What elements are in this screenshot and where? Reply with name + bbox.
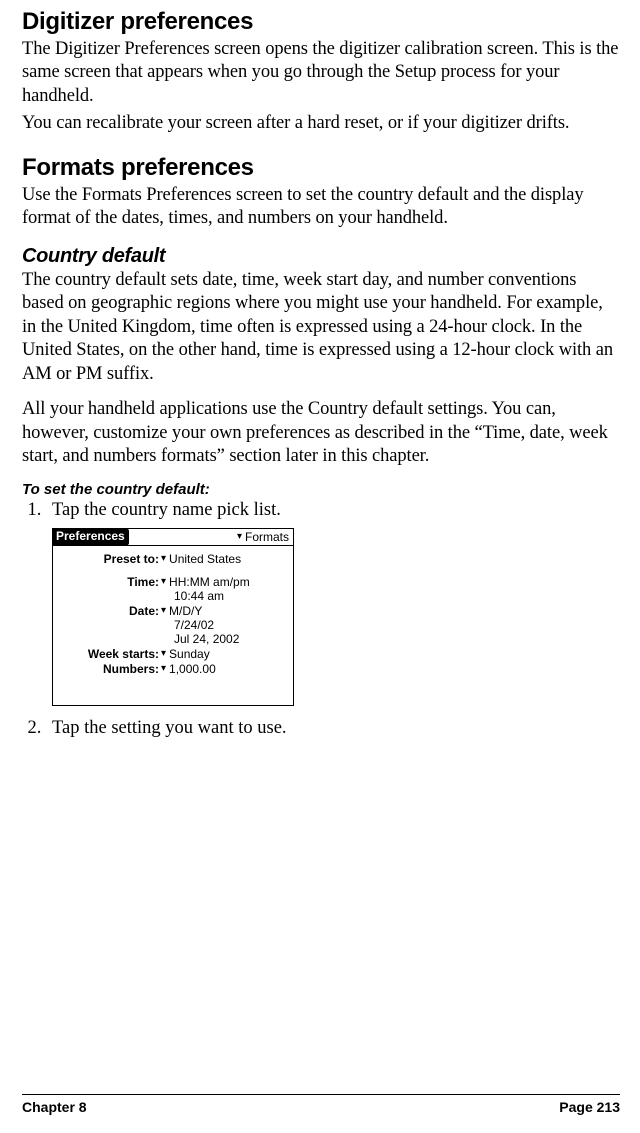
- screenshot-category-label: Formats: [245, 530, 289, 544]
- value-preset: United States: [169, 552, 241, 566]
- picker-date[interactable]: ▾ M/D/Y: [161, 604, 239, 618]
- howto-steps-continued: Tap the setting you want to use.: [22, 716, 620, 740]
- page-footer: Chapter 8 Page 213: [22, 1094, 620, 1115]
- footer-page: Page 213: [559, 1099, 620, 1115]
- paragraph: You can recalibrate your screen after a …: [22, 112, 620, 135]
- picker-preset[interactable]: ▾ United States: [161, 552, 241, 566]
- value-numbers: 1,000.00: [169, 662, 216, 676]
- dropdown-arrow-icon: ▾: [237, 532, 242, 542]
- row-week: Week starts: ▾ Sunday: [59, 647, 287, 661]
- row-numbers: Numbers: ▾ 1,000.00: [59, 662, 287, 676]
- howto-heading: To set the country default:: [22, 481, 620, 498]
- row-date: Date: ▾ M/D/Y 7/24/02 Jul 24, 2002: [59, 604, 287, 646]
- step-1: Tap the country name pick list.: [46, 498, 620, 522]
- picker-time[interactable]: ▾ HH:MM am/pm: [161, 575, 250, 589]
- paragraph: Use the Formats Preferences screen to se…: [22, 184, 620, 231]
- paragraph: The country default sets date, time, wee…: [22, 269, 620, 386]
- value-time: HH:MM am/pm: [169, 575, 250, 589]
- label-numbers: Numbers:: [59, 662, 161, 676]
- value-week: Sunday: [169, 647, 210, 661]
- dropdown-arrow-icon: ▾: [161, 554, 166, 564]
- dropdown-arrow-icon: ▾: [161, 664, 166, 674]
- howto-steps: Tap the country name pick list.: [22, 498, 620, 522]
- value-date: M/D/Y: [169, 604, 202, 618]
- picker-numbers[interactable]: ▾ 1,000.00: [161, 662, 216, 676]
- palm-screenshot: Preferences ▾ Formats Preset to: ▾ Unite…: [52, 528, 294, 706]
- heading-formats-preferences: Formats preferences: [22, 154, 620, 182]
- dropdown-arrow-icon: ▾: [161, 577, 166, 587]
- row-time: Time: ▾ HH:MM am/pm 10:44 am: [59, 575, 287, 603]
- screenshot-container: Preferences ▾ Formats Preset to: ▾ Unite…: [52, 528, 620, 706]
- screenshot-title: Preferences: [53, 529, 129, 545]
- example-time: 10:44 am: [161, 589, 250, 603]
- heading-digitizer-preferences: Digitizer preferences: [22, 8, 620, 36]
- example-date-1: 7/24/02: [161, 618, 239, 632]
- paragraph: The Digitizer Preferences screen opens t…: [22, 38, 620, 108]
- screenshot-body: Preset to: ▾ United States Time: ▾: [53, 546, 293, 705]
- heading-country-default: Country default: [22, 245, 620, 268]
- example-date-2: Jul 24, 2002: [161, 632, 239, 646]
- step-2: Tap the setting you want to use.: [46, 716, 620, 740]
- picker-week[interactable]: ▾ Sunday: [161, 647, 210, 661]
- document-page: Digitizer preferences The Digitizer Pref…: [0, 0, 640, 1133]
- row-preset: Preset to: ▾ United States: [59, 552, 287, 566]
- label-date: Date:: [59, 604, 161, 618]
- paragraph: All your handheld applications use the C…: [22, 398, 620, 468]
- screenshot-titlebar: Preferences ▾ Formats: [53, 529, 293, 546]
- screenshot-category-picker[interactable]: ▾ Formats: [237, 530, 293, 544]
- label-time: Time:: [59, 575, 161, 589]
- label-preset: Preset to:: [59, 552, 161, 566]
- dropdown-arrow-icon: ▾: [161, 649, 166, 659]
- dropdown-arrow-icon: ▾: [161, 606, 166, 616]
- footer-chapter: Chapter 8: [22, 1099, 87, 1115]
- label-week: Week starts:: [59, 647, 161, 661]
